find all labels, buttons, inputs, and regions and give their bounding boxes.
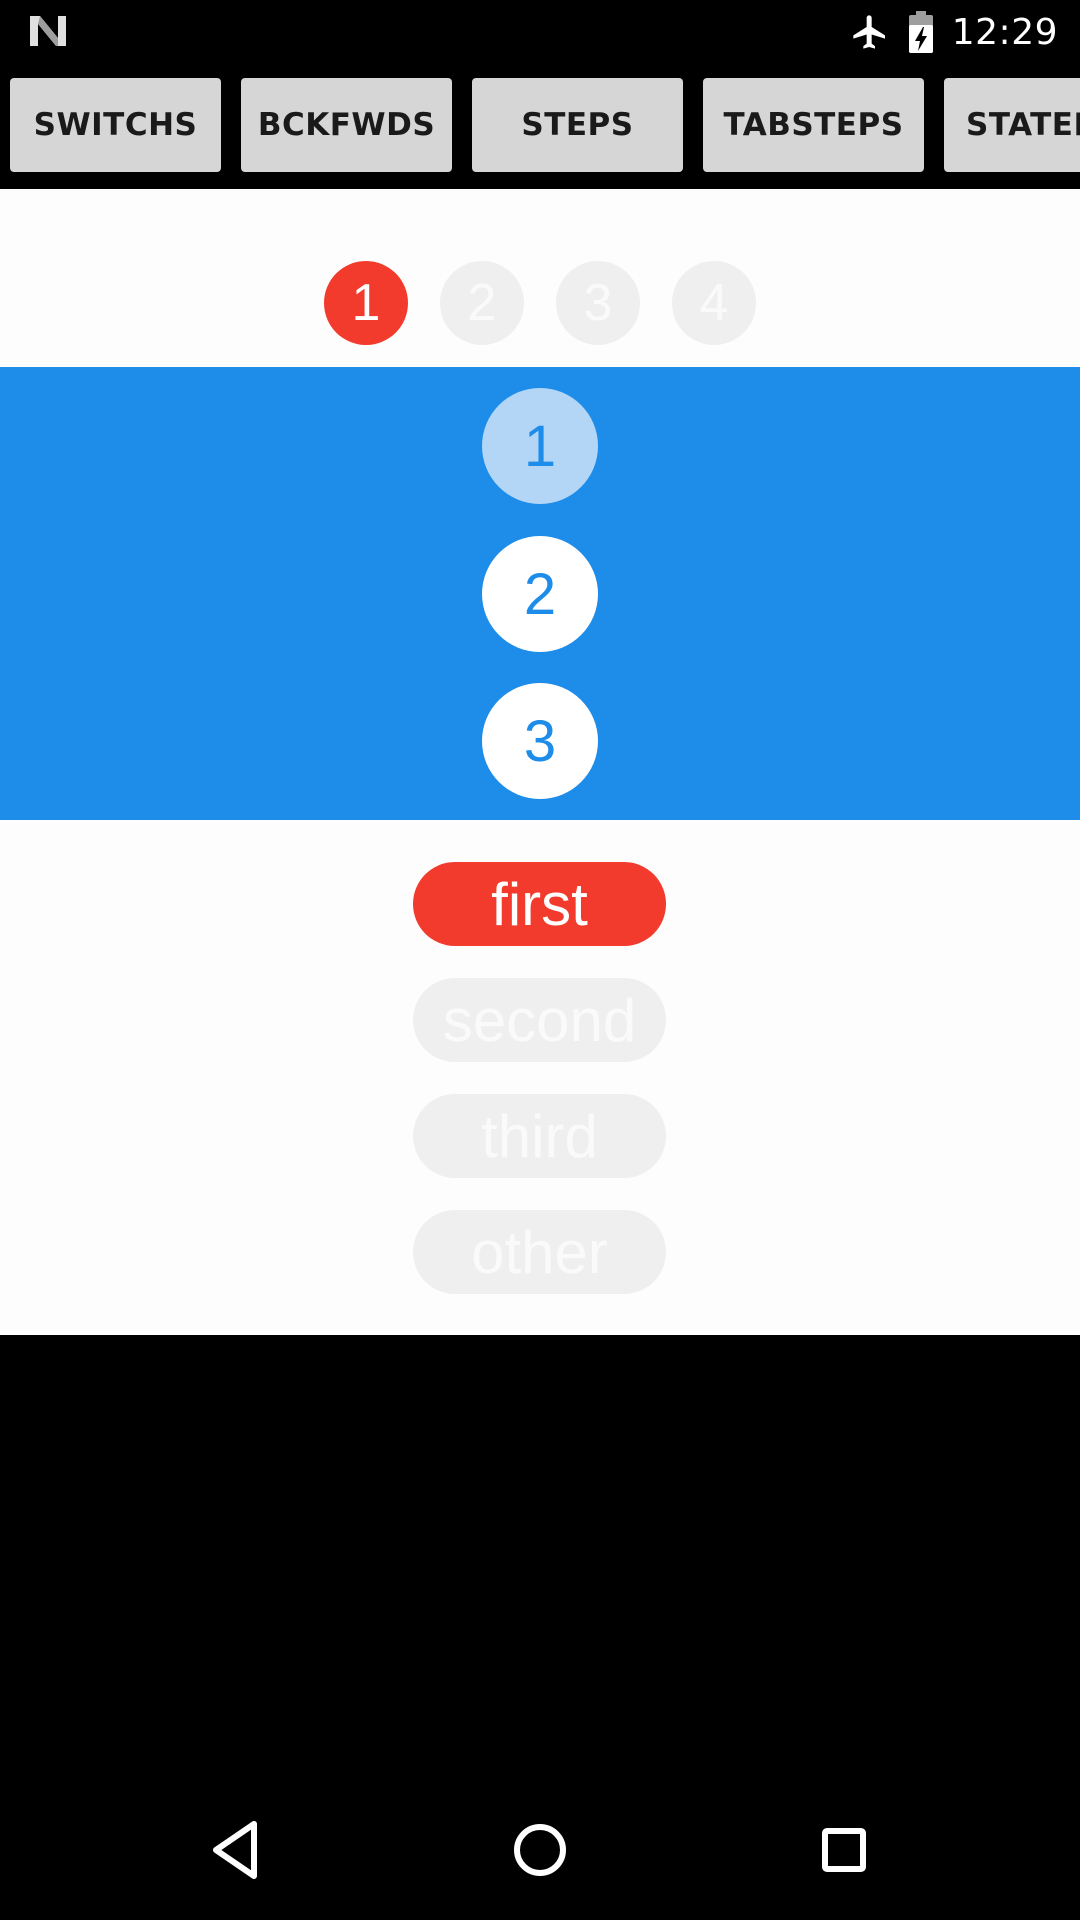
- switchs-button[interactable]: SWITCHS: [10, 78, 221, 172]
- recents-icon[interactable]: [804, 1810, 884, 1890]
- statef-button[interactable]: STATEF: [944, 78, 1080, 172]
- h-step-4[interactable]: 4: [672, 261, 756, 345]
- tab-third[interactable]: third: [413, 1094, 666, 1178]
- airplane-mode-icon: [853, 15, 885, 49]
- screen: 12:29 SWITCHS BCKFWDS STEPS TABSTEPS STA…: [0, 0, 1080, 1920]
- notification-n-icon: [30, 16, 66, 46]
- toolbar: SWITCHS BCKFWDS STEPS TABSTEPS STATEF: [0, 63, 1080, 189]
- status-bar: 12:29: [0, 0, 1080, 63]
- status-icons: 12:29: [850, 8, 1058, 56]
- h-step-3[interactable]: 3: [556, 261, 640, 345]
- navigation-bar: [0, 1780, 1080, 1920]
- v-step-1[interactable]: 1: [482, 388, 598, 504]
- horizontal-stepper: 1 2 3 4: [0, 189, 1080, 367]
- home-icon[interactable]: [500, 1810, 580, 1890]
- status-time: 12:29: [951, 11, 1058, 53]
- tab-second[interactable]: second: [413, 978, 666, 1062]
- vertical-stepper: 1 2 3: [0, 367, 1080, 820]
- v-step-2[interactable]: 2: [482, 536, 598, 652]
- back-icon[interactable]: [196, 1810, 276, 1890]
- battery-charging-icon: [908, 11, 933, 53]
- v-step-3[interactable]: 3: [482, 683, 598, 799]
- tab-other[interactable]: other: [413, 1210, 666, 1294]
- steps-button[interactable]: STEPS: [472, 78, 683, 172]
- content-area: 1 2 3 4 1 2 3 first second third other: [0, 189, 1080, 1335]
- bckfwds-button[interactable]: BCKFWDS: [241, 78, 452, 172]
- tabsteps-button[interactable]: TABSTEPS: [703, 78, 924, 172]
- tab-first[interactable]: first: [413, 862, 666, 946]
- h-step-1[interactable]: 1: [324, 261, 408, 345]
- h-step-2[interactable]: 2: [440, 261, 524, 345]
